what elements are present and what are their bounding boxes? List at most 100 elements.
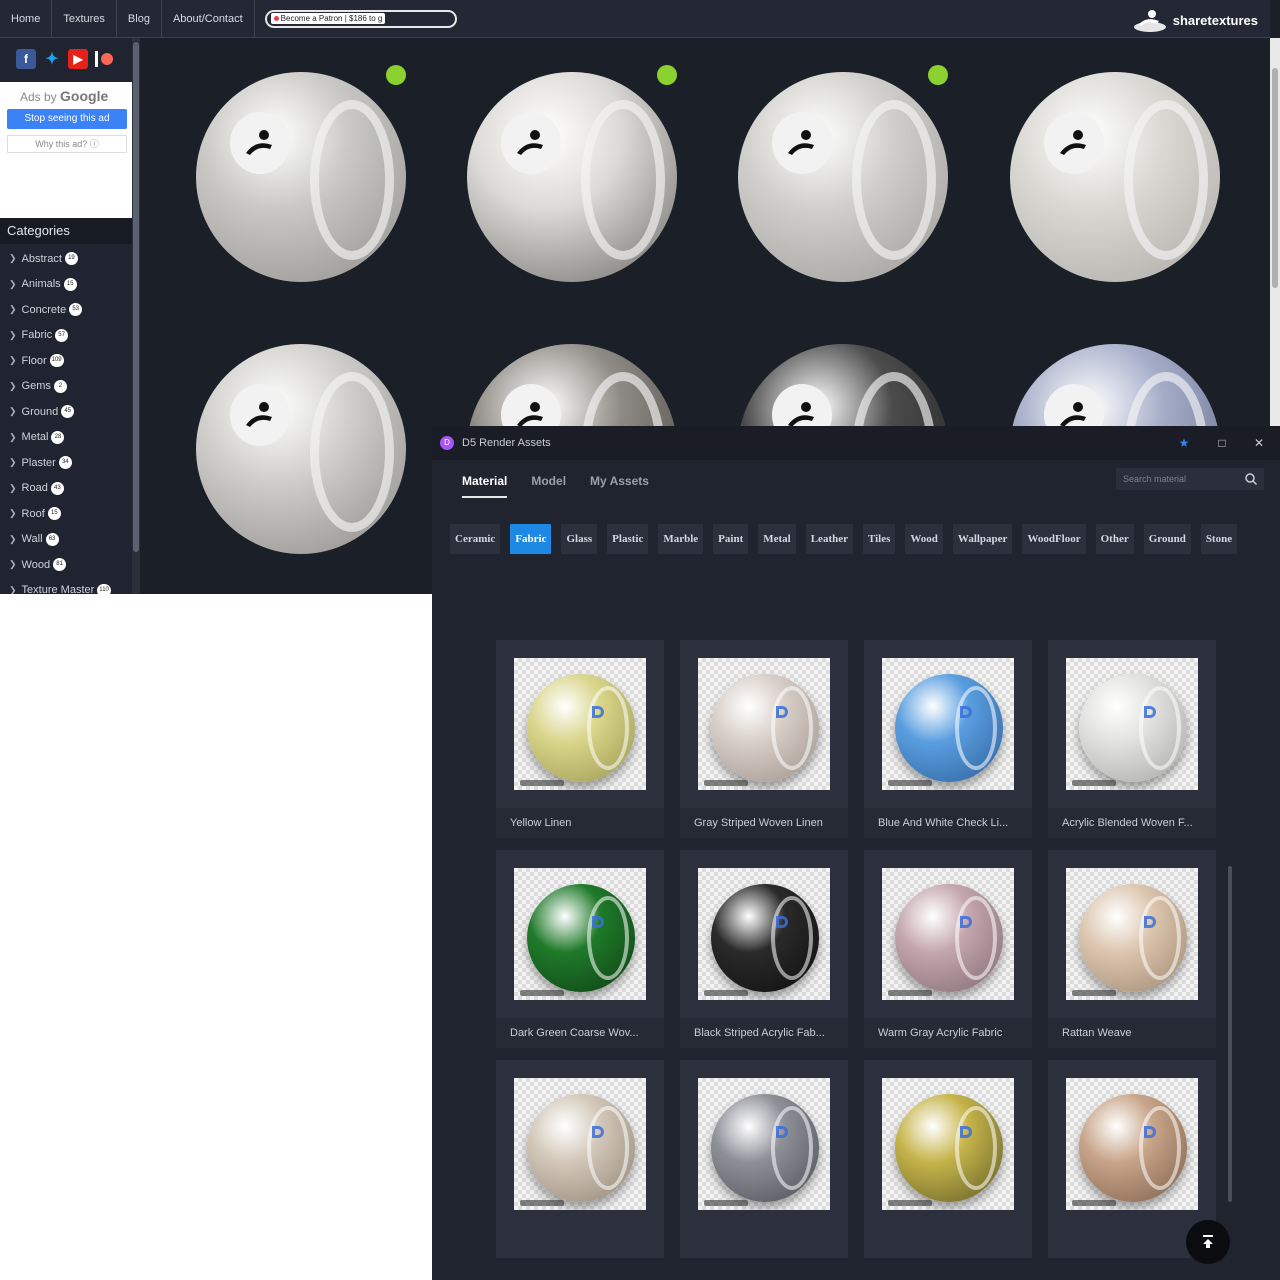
category-chip-wood[interactable]: Wood	[905, 524, 943, 554]
chevron-right-icon: ❯	[9, 457, 17, 468]
category-item[interactable]: ❯ Abstract 19	[0, 246, 132, 272]
category-item[interactable]: ❯ Concrete 53	[0, 297, 132, 323]
material-card[interactable]: Yellow Linen	[496, 640, 664, 838]
why-this-ad-link[interactable]: Why this ad? ⓘ	[7, 135, 127, 153]
back-to-top-button[interactable]	[1186, 1220, 1230, 1264]
search-material-input[interactable]	[1123, 474, 1243, 484]
nav-textures[interactable]: Textures	[52, 0, 117, 38]
material-preview-ball	[527, 884, 635, 992]
category-item[interactable]: ❯ Plaster 34	[0, 450, 132, 476]
d5-logo-icon	[776, 916, 788, 928]
maximize-icon[interactable]: □	[1214, 435, 1230, 451]
ball-rim	[771, 1106, 813, 1190]
category-item[interactable]: ❯ Ground 45	[0, 399, 132, 425]
category-chip-marble[interactable]: Marble	[658, 524, 704, 554]
patron-button[interactable]: Become a Patron | $186 to g	[264, 9, 457, 28]
stop-seeing-ad-button[interactable]: Stop seeing this ad	[7, 109, 127, 129]
material-thumbnail	[514, 1078, 646, 1210]
nav-home[interactable]: Home	[0, 0, 53, 38]
ball-rim	[771, 686, 813, 770]
category-label: Animals	[21, 278, 61, 291]
facebook-icon[interactable]: f	[16, 49, 36, 69]
category-chip-woodfloor[interactable]: WoodFloor	[1022, 524, 1086, 554]
d5-logo-icon	[960, 706, 972, 718]
material-preview-ball	[527, 674, 635, 782]
material-card[interactable]: Blue And White Check Li...	[864, 640, 1032, 838]
material-card[interactable]: Rattan Weave	[1048, 850, 1216, 1048]
texture-preview-sphere[interactable]	[1010, 72, 1220, 282]
youtube-icon[interactable]: ▶	[68, 49, 88, 69]
category-chip-tiles[interactable]: Tiles	[862, 524, 896, 554]
ball-rim	[955, 686, 997, 770]
category-chip-wallpaper[interactable]: Wallpaper	[952, 524, 1013, 554]
watermark-strip	[704, 780, 748, 786]
ball-rim	[587, 1106, 629, 1190]
d5-logo-icon	[1144, 916, 1156, 928]
pin-icon[interactable]: ★	[1176, 435, 1192, 451]
category-chip-plastic[interactable]: Plastic	[607, 524, 649, 554]
sidebar-scroll-thumb[interactable]	[133, 42, 139, 552]
texture-preview-sphere[interactable]	[196, 72, 406, 282]
material-card[interactable]	[496, 1060, 664, 1258]
category-item[interactable]: ❯ Wood 81	[0, 552, 132, 578]
nav-about-contact[interactable]: About/Contact	[162, 0, 255, 38]
material-card[interactable]: Dark Green Coarse Wov...	[496, 850, 664, 1048]
category-item[interactable]: ❯ Gems 2	[0, 374, 132, 400]
search-icon[interactable]	[1244, 472, 1258, 486]
material-card[interactable]: Gray Striped Woven Linen	[680, 640, 848, 838]
category-item[interactable]: ❯ Texture Master 110	[0, 578, 132, 594]
close-icon[interactable]: ✕	[1251, 435, 1267, 451]
ball-rim	[955, 1106, 997, 1190]
patreon-icon[interactable]	[94, 49, 114, 69]
category-count-badge: 28	[51, 430, 65, 444]
category-chip-ground[interactable]: Ground	[1143, 524, 1191, 554]
material-name: Acrylic Blended Woven F...	[1048, 808, 1216, 838]
category-chip-fabric[interactable]: Fabric	[510, 524, 552, 554]
texture-preview-sphere[interactable]	[196, 344, 406, 554]
category-count-badge: 53	[69, 303, 83, 317]
category-item[interactable]: ❯ Metal 28	[0, 425, 132, 451]
material-preview-ball	[1079, 884, 1187, 992]
category-chip-paint[interactable]: Paint	[713, 524, 749, 554]
google-ad-box: Ads by Google Stop seeing this ad Why th…	[0, 82, 132, 218]
material-preview-ball	[1079, 1094, 1187, 1202]
category-item[interactable]: ❯ Road 43	[0, 476, 132, 502]
sidebar-scrollbar[interactable]	[132, 38, 140, 594]
material-preview-ball	[711, 1094, 819, 1202]
category-item[interactable]: ❯ Fabric 57	[0, 323, 132, 349]
nav-blog[interactable]: Blog	[117, 0, 162, 38]
page-scroll-thumb[interactable]	[1272, 68, 1278, 288]
tab-my-assets[interactable]: My Assets	[590, 474, 649, 498]
material-grid-scrollbar[interactable]	[1228, 866, 1232, 1202]
material-thumbnail	[1066, 868, 1198, 1000]
chevron-right-icon: ❯	[9, 278, 17, 289]
material-preview-ball	[895, 1094, 1003, 1202]
material-preview-ball	[1079, 674, 1187, 782]
category-chip-glass[interactable]: Glass	[561, 524, 598, 554]
twitter-icon[interactable]: ✦	[42, 49, 62, 69]
category-item[interactable]: ❯ Wall 63	[0, 527, 132, 553]
chevron-right-icon: ❯	[9, 329, 17, 340]
tab-material[interactable]: Material	[462, 474, 508, 498]
brand[interactable]: sharetextures	[1133, 8, 1258, 32]
texture-preview-sphere[interactable]	[467, 72, 677, 282]
material-card[interactable]: Warm Gray Acrylic Fabric	[864, 850, 1032, 1048]
ball-rim	[955, 896, 997, 980]
tab-model[interactable]: Model	[531, 474, 566, 498]
category-chip-leather[interactable]: Leather	[805, 524, 853, 554]
material-card[interactable]	[864, 1060, 1032, 1258]
material-card[interactable]: Black Striped Acrylic Fab...	[680, 850, 848, 1048]
category-item[interactable]: ❯ Roof 15	[0, 501, 132, 527]
chevron-right-icon: ❯	[9, 508, 17, 519]
categories-list: ❯ Abstract 19 ❯ Animals 15 ❯ Concrete 53 ❯ Fabric 5…	[0, 246, 132, 594]
material-card[interactable]: Acrylic Blended Woven F...	[1048, 640, 1216, 838]
texture-preview-sphere[interactable]	[738, 72, 948, 282]
category-item[interactable]: ❯ Animals 15	[0, 272, 132, 298]
category-chip-metal[interactable]: Metal	[758, 524, 796, 554]
category-chip-other[interactable]: Other	[1095, 524, 1134, 554]
material-card[interactable]	[680, 1060, 848, 1258]
category-chip-ceramic[interactable]: Ceramic	[450, 524, 501, 554]
category-item[interactable]: ❯ Floor 109	[0, 348, 132, 374]
category-count-badge: 45	[61, 405, 75, 419]
category-chip-stone[interactable]: Stone	[1200, 524, 1238, 554]
